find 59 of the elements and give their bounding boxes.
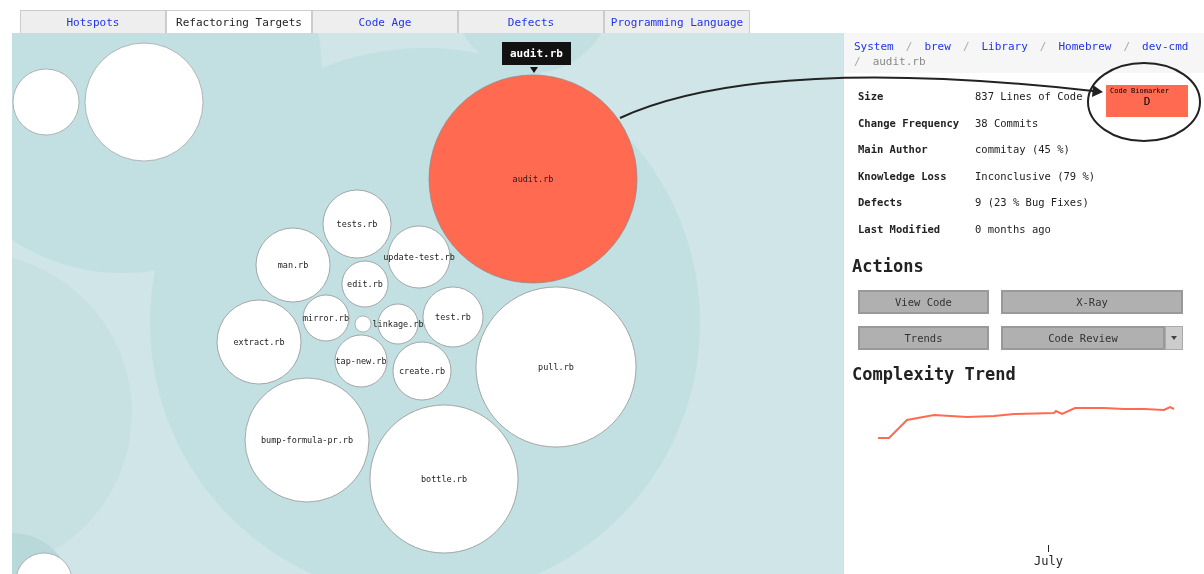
detail-value: commitay (45 %)	[975, 143, 1070, 156]
breadcrumb-separator: /	[962, 39, 970, 54]
file-label: test.rb	[435, 312, 471, 322]
detail-label: Size	[858, 90, 885, 103]
file-circle[interactable]	[341, 260, 389, 308]
axis-label: July	[1034, 554, 1063, 568]
view-tab[interactable]: Hotspots	[20, 10, 166, 33]
action-button[interactable]: View Code	[858, 290, 989, 314]
section-heading: Complexity Trend	[852, 364, 1017, 384]
action-button[interactable]: Trends	[858, 326, 989, 350]
breadcrumb-separator: /	[905, 39, 913, 54]
file-tooltip: audit.rb	[502, 42, 571, 65]
view-tab[interactable]: Code Age	[312, 10, 458, 33]
file-circle[interactable]	[334, 334, 388, 388]
breadcrumb-separator: /	[1039, 39, 1047, 54]
detail-label: Main Author	[858, 143, 929, 156]
view-tab[interactable]: Refactoring Targets	[166, 10, 312, 33]
file-label: tests.rb	[336, 219, 378, 229]
file-label: extract.rb	[233, 337, 285, 347]
detail-label: Last Modified	[858, 222, 942, 235]
action-button[interactable]: X-Ray	[1001, 290, 1183, 314]
detail-value: 9 (23 % Bug Fixes)	[975, 196, 1089, 209]
file-label: audit.rb	[512, 174, 554, 184]
detail-value: 0 months ago	[975, 222, 1051, 235]
breadcrumb-separator: /	[854, 54, 861, 69]
file-label: bottle.rb	[420, 474, 468, 484]
breadcrumb-link[interactable]: dev-cmd	[1142, 39, 1189, 54]
action-button[interactable]: Code Review	[1001, 326, 1165, 350]
file-label: edit.rb	[347, 279, 383, 289]
detail-value: 38 Commits	[975, 116, 1039, 129]
detail-value: Inconclusive (79 %)	[975, 169, 1096, 182]
breadcrumb-link[interactable]: Library	[981, 39, 1028, 54]
detail-label: Change Frequency	[858, 116, 961, 129]
file-label: mirror.rb	[302, 313, 350, 323]
view-tab[interactable]: Programming Language	[604, 10, 750, 33]
file-label: linkage.rb	[372, 319, 424, 329]
detail-label: Defects	[858, 196, 904, 209]
file-label: man.rb	[277, 260, 309, 270]
detail-value: 837 Lines of Code	[975, 90, 1083, 103]
file-circle[interactable]	[422, 286, 484, 348]
tooltip-pointer	[530, 67, 538, 73]
file-label: bump-formula-pr.rb	[260, 435, 354, 445]
breadcrumb-link[interactable]: Homebrew	[1058, 39, 1112, 54]
file-label: update-test.rb	[383, 252, 455, 262]
file-label: create.rb	[398, 366, 446, 376]
breadcrumb-link[interactable]: System	[854, 39, 894, 54]
view-tab[interactable]: Defects	[458, 10, 604, 33]
file-label: tap-new.rb	[335, 356, 387, 366]
caret-icon	[1171, 336, 1177, 340]
file-label: pull.rb	[538, 362, 574, 372]
breadcrumb-separator: /	[1123, 39, 1131, 54]
dropdown-button[interactable]	[1165, 326, 1183, 350]
section-heading: Actions	[852, 256, 925, 276]
breadcrumb-current: audit.rb	[872, 54, 926, 69]
biomarker-grade: D	[1143, 95, 1151, 108]
file-circle[interactable]	[302, 294, 350, 342]
breadcrumb-link[interactable]: brew	[924, 39, 951, 54]
file-circle[interactable]	[392, 341, 452, 401]
detail-label: Knowledge Loss	[858, 169, 948, 182]
